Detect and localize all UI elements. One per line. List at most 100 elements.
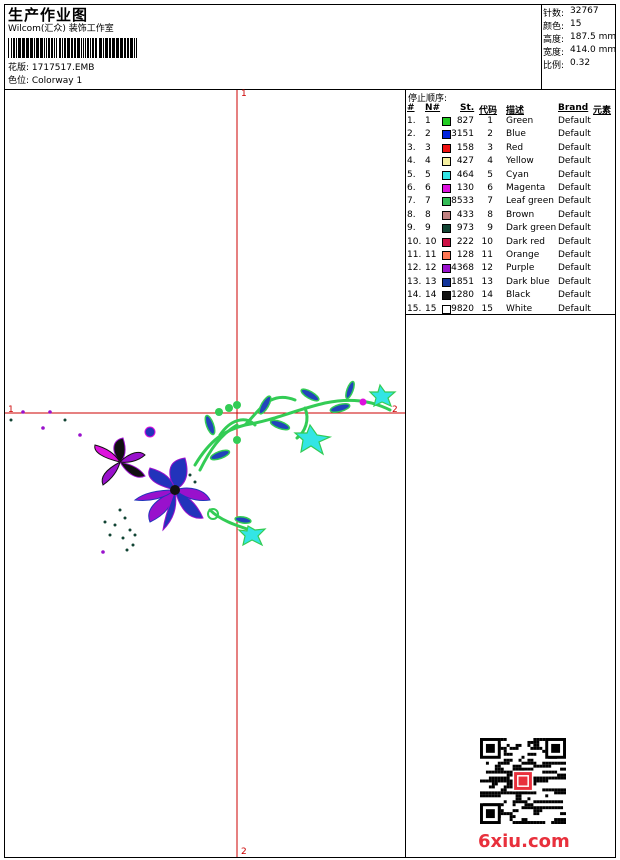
color-swatch (442, 251, 451, 260)
row-brand: Default (558, 209, 591, 220)
row-brand: Default (558, 142, 591, 153)
row-desc: Cyan (506, 169, 529, 180)
col-header-brand: Brand (558, 103, 589, 113)
row-desc: Brown (506, 209, 535, 220)
row-brand: Default (558, 290, 591, 301)
row-desc: Magenta (506, 183, 546, 193)
row-brand: Default (558, 303, 591, 314)
row-stitches: 4368 (451, 263, 474, 274)
stat-label: 高度: (543, 35, 565, 45)
row-needle: 1 (425, 116, 431, 126)
row-index: 2. (407, 129, 416, 140)
row-brand: Default (558, 250, 591, 260)
barcode-icon (8, 38, 137, 58)
row-code: 13 (481, 276, 493, 287)
stat-value: 0.32 (570, 58, 591, 68)
colorway: 色位: Colorway 1 (8, 76, 83, 86)
row-code: 4 (487, 156, 493, 167)
row-desc: Green (506, 116, 534, 126)
row-brand: Default (558, 156, 591, 167)
row-index: 9. (407, 223, 416, 234)
row-code: 6 (487, 183, 493, 193)
row-code: 7 (487, 196, 493, 207)
row-stitches: 433 (456, 209, 474, 220)
qr-code-icon (480, 738, 566, 824)
row-index: 4. (407, 156, 416, 167)
row-index: 10. (407, 236, 422, 247)
row-stitches: 158 (456, 142, 474, 153)
row-desc: Leaf green (506, 196, 554, 207)
stat-value: 15 (570, 19, 582, 29)
stat-label: 颜色: (543, 22, 565, 32)
col-header-desc: 描述 (506, 106, 525, 116)
row-needle: 9 (425, 223, 431, 234)
row-needle: 8 (425, 209, 431, 220)
row-code: 2 (487, 129, 493, 140)
row-brand: Default (558, 169, 591, 180)
row-index: 14. (407, 290, 422, 301)
color-swatch (442, 277, 451, 287)
row-brand: Default (558, 236, 591, 247)
stat-value: 187.5 mm (570, 32, 617, 42)
color-swatch (442, 157, 451, 167)
row-stitches: 464 (456, 169, 474, 180)
row-code: 5 (487, 169, 493, 180)
row-code: 15 (481, 303, 493, 314)
color-swatch (442, 143, 451, 153)
row-index: 6. (407, 183, 416, 193)
col-header-needle: N# (425, 103, 441, 113)
stat-label: 宽度: (543, 48, 565, 58)
row-needle: 5 (425, 169, 431, 180)
row-code: 8 (487, 209, 493, 220)
row-stitches: 8533 (451, 196, 474, 207)
color-swatch (442, 184, 451, 193)
row-desc: Black (506, 290, 531, 301)
row-stitches: 222 (456, 236, 474, 247)
row-needle: 13 (425, 276, 437, 287)
stat-value: 32767 (570, 6, 599, 16)
row-index: 1. (407, 116, 416, 126)
row-brand: Default (558, 223, 591, 234)
row-stitches: 827 (456, 116, 474, 126)
row-stitches: 1851 (451, 276, 474, 287)
mark-bottom: 2 (241, 847, 247, 857)
color-swatch (442, 117, 451, 126)
color-swatch (442, 210, 451, 220)
col-header-element: 元素 (593, 106, 612, 116)
mark-top: 1 (241, 89, 247, 99)
row-needle: 2 (425, 129, 431, 140)
row-code: 3 (487, 142, 493, 153)
row-index: 12. (407, 263, 422, 274)
row-desc: Red (506, 142, 524, 153)
col-header-code: 代码 (479, 106, 498, 116)
row-needle: 12 (425, 263, 437, 274)
row-brand: Default (558, 116, 591, 126)
row-code: 12 (481, 263, 493, 274)
col-header-index: # (407, 103, 415, 113)
row-needle: 3 (425, 142, 431, 153)
vine-stems (193, 395, 392, 532)
row-desc: Blue (506, 129, 526, 140)
row-code: 10 (481, 236, 493, 247)
row-desc: Purple (506, 263, 535, 274)
row-needle: 10 (425, 236, 437, 247)
row-stitches: 130 (456, 183, 474, 193)
row-brand: Default (558, 129, 591, 140)
row-stitches: 9820 (451, 303, 474, 314)
scatter-purple (21, 410, 105, 554)
row-desc: Dark red (506, 236, 545, 247)
row-needle: 11 (425, 250, 437, 260)
row-index: 11. (407, 250, 422, 260)
col-header-stitches: St. (460, 103, 475, 113)
blue-flower (133, 457, 211, 532)
row-stitches: 973 (456, 223, 474, 234)
row-needle: 14 (425, 290, 437, 301)
row-stitches: 1280 (451, 290, 474, 301)
watermark: 6xiu.com (478, 831, 570, 852)
row-brand: Default (558, 276, 591, 287)
design-file: 花版: 1717517.EMB (8, 63, 95, 73)
color-swatch (442, 264, 451, 274)
row-index: 7. (407, 196, 416, 207)
page-title: 生产作业图 (8, 6, 89, 24)
mark-right: 2 (392, 405, 398, 415)
